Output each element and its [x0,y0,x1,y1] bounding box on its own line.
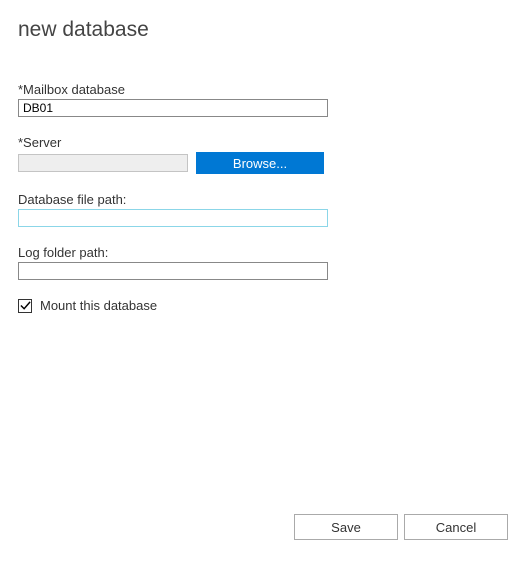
mount-checkbox-label: Mount this database [40,298,157,313]
database-file-path-field: Database file path: [18,192,496,227]
page-title: new database [18,18,496,42]
dialog-footer: Save Cancel [294,514,508,540]
mailbox-database-label: *Mailbox database [18,82,496,97]
server-row: Browse... [18,152,496,174]
server-label: *Server [18,135,496,150]
log-folder-path-field: Log folder path: [18,245,496,280]
cancel-button[interactable]: Cancel [404,514,508,540]
mailbox-database-field: *Mailbox database [18,82,496,117]
database-file-path-label: Database file path: [18,192,496,207]
mailbox-database-input[interactable] [18,99,328,117]
mount-checkbox-row: Mount this database [18,298,496,313]
log-folder-path-label: Log folder path: [18,245,496,260]
save-button[interactable]: Save [294,514,398,540]
database-file-path-input[interactable] [18,209,328,227]
dialog-content: new database *Mailbox database *Server B… [0,0,514,331]
mount-checkbox[interactable] [18,299,32,313]
log-folder-path-input[interactable] [18,262,328,280]
server-field: *Server Browse... [18,135,496,174]
checkmark-icon [20,300,31,311]
server-input [18,154,188,172]
browse-button[interactable]: Browse... [196,152,324,174]
